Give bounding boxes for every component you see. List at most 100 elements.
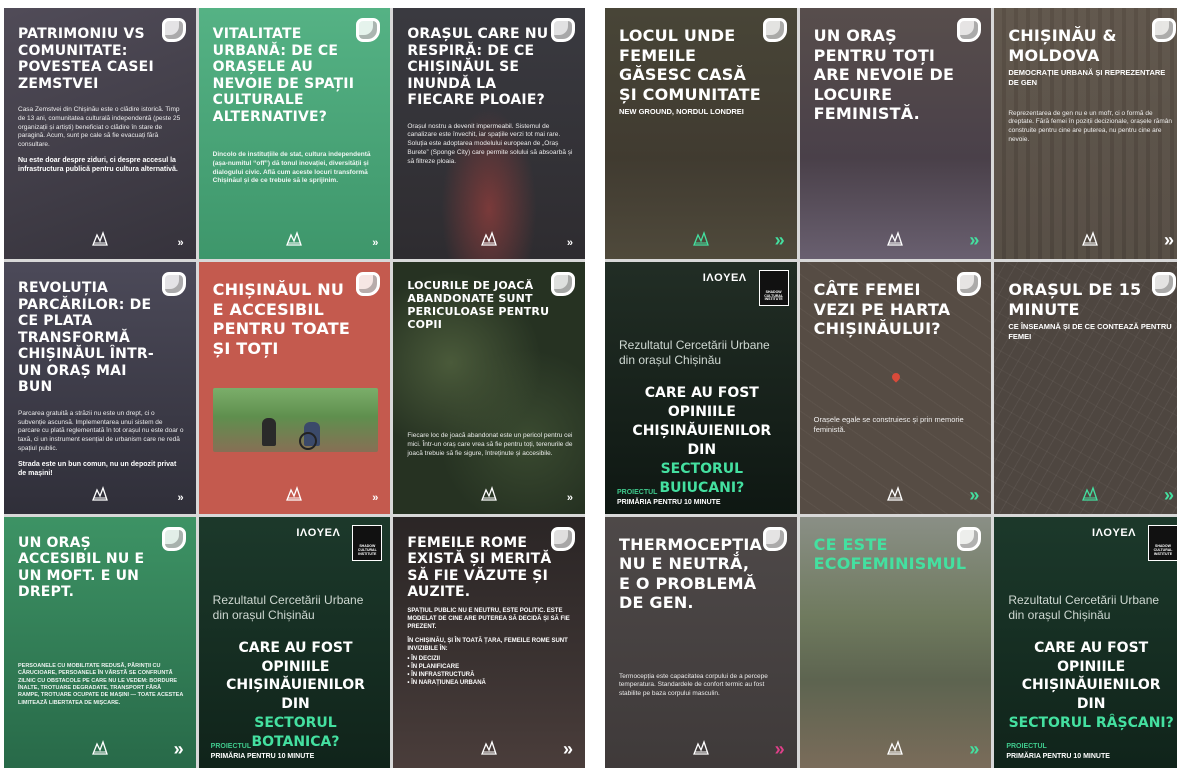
post-body: Reprezentarea de gen nu e un mofт, ci o … — [1008, 109, 1172, 143]
post-body: Orașele egale se construiesc și prin mem… — [813, 414, 964, 434]
institute-badge: SHADOW CULTURAL INSTITUTE — [758, 270, 789, 307]
institute-badge: SHADOW CULTURAL INSTITUTE — [352, 524, 383, 561]
post-body: Fiecare loc de joacă abandonat este un p… — [407, 432, 573, 457]
org-logo-icon — [887, 231, 904, 246]
post-title: UN ORAȘ ACCESIBIL NU E UN MOFT. E UN DRE… — [18, 534, 145, 601]
post-tile-oras-accesibil[interactable]: UN ORAȘ ACCESIBIL NU E UN MOFT. E UN DRE… — [4, 516, 196, 768]
post-tile-harta-chisinaului[interactable]: CÂTE FEMEI VEZI PE HARTA CHIȘINĂULUI? Or… — [799, 262, 992, 514]
org-logo-icon — [692, 231, 709, 246]
survey-kicker: Rezultatul Cercetării Urbane din orașul … — [212, 592, 364, 622]
next-arrow-icon[interactable]: » — [567, 492, 573, 504]
post-body: PERSOANELE CU MOBILITATE REDUSĂ, PĂRINȚI… — [18, 662, 184, 706]
post-tile-new-ground[interactable]: LOCUL UNDE FEMEILE GĂSESC CASĂ ȘI COMUNI… — [605, 8, 797, 260]
post-tile-femeile-rome[interactable]: FEMEILE ROME EXISTĂ ȘI MERITĂ SĂ FIE VĂZ… — [393, 516, 585, 768]
next-arrow-icon[interactable]: » — [178, 492, 184, 504]
post-tile-chisinaul-nu-accesibil[interactable]: CHIȘINĂUL NU E ACCESIBIL PENTRU TOATE ȘI… — [198, 262, 391, 514]
survey-kicker: Rezultatul Cercetării Urbane din orașul … — [619, 338, 770, 368]
next-arrow-icon[interactable]: » — [969, 486, 979, 504]
post-title: CE ESTE ECOFEMINISMUL — [813, 534, 967, 574]
next-arrow-icon[interactable]: » — [372, 492, 378, 504]
brand-wordmark: ΙΛOΥΕΛ — [296, 526, 341, 539]
next-arrow-icon[interactable]: » — [775, 231, 785, 249]
survey-footer-project: PRIMĂRIA PENTRU 10 MINUTE — [210, 752, 315, 760]
next-arrow-icon[interactable]: » — [1164, 486, 1174, 504]
right-post-grid: LOCUL UNDE FEMEILE GĂSESC CASĂ ȘI COMUNI… — [605, 8, 1177, 768]
post-tile-survey-buiucani[interactable]: ΙΛOΥΕΛ SHADOW CULTURAL INSTITUTE Rezulta… — [605, 262, 797, 514]
survey-footer-project: PRIMĂRIA PENTRU 10 MINUTE — [1006, 752, 1110, 760]
post-subtitle: NEW GROUND, NORDUL LONDREI — [619, 107, 744, 117]
post-tile-locuire-feminista[interactable]: UN ORAȘ PENTRU TOȚI ARE NEVOIE DE LOCUIR… — [799, 8, 992, 260]
post-tile-orasul-nu-respira[interactable]: ORAȘUL CARE NU RESPIRĂ: DE CE CHIȘINĂUL … — [393, 8, 585, 260]
org-logo-icon — [91, 740, 108, 755]
post-body: Orașul nostru a devenit impermeabil. Sis… — [407, 122, 573, 165]
post-title: PATRIMONIU VS COMUNITATE: POVESTEA CASEI… — [18, 26, 154, 92]
org-logo-icon — [887, 485, 904, 501]
survey-footer-label: PROIECTUL — [210, 742, 252, 750]
left-post-grid: PATRIMONIU VS COMUNITATE: POVESTEA CASEI… — [4, 8, 585, 768]
next-arrow-icon[interactable]: » — [567, 238, 573, 249]
org-logo-icon — [481, 740, 498, 755]
survey-footer-label: PROIECTUL — [1006, 742, 1047, 750]
org-logo-icon — [481, 231, 498, 246]
post-title: LOCURILE DE JOACĂ ABANDONATE SUNT PERICU… — [407, 279, 550, 332]
post-title: CÂTE FEMEI VEZI PE HARTA CHIȘINĂULUI? — [813, 280, 951, 339]
survey-question: CARE AU FOST OPINIILE CHIȘINĂUIENILOR DI… — [213, 639, 379, 752]
survey-kicker: Rezultatul Cercetării Urbane din orașul … — [1008, 592, 1160, 622]
survey-sector: SECTORUL RÂȘCANI? — [1008, 715, 1174, 732]
post-subtitle: DEMOCRAȚIE URBANĂ ȘI REPREZENTARE DE GEN — [1008, 68, 1166, 87]
next-arrow-icon[interactable]: » — [775, 740, 785, 758]
brand-wordmark: ΙΛOΥΕΛ — [702, 272, 747, 285]
next-arrow-icon[interactable]: » — [174, 740, 184, 758]
post-title: THERMOCEPȚIA NU E NEUTRĂ, E O PROBLEMĂ D… — [619, 534, 763, 613]
post-body: Parcarea gratuită a străzii nu este un d… — [18, 409, 184, 452]
post-title: UN ORAȘ PENTRU TOȚI ARE NEVOIE DE LOCUIR… — [813, 26, 955, 124]
post-title: FEMEILE ROME EXISTĂ ȘI MERITĂ SĂ FIE VĂZ… — [407, 534, 552, 601]
post-list-intro: ÎN CHIȘINĂU, ȘI ÎN TOATĂ ȚARA, FEMEILE R… — [407, 638, 568, 653]
org-logo-icon — [887, 740, 904, 755]
post-body: SPAȚIUL PUBLIC NU E NEUTRU, ESTE POLITIC… — [407, 607, 570, 630]
post-tile-survey-rascani[interactable]: ΙΛOΥΕΛ SHADOW CULTURAL INSTITUTE Rezulta… — [994, 516, 1177, 768]
next-arrow-icon[interactable]: » — [178, 238, 184, 249]
post-tile-ecofeminism[interactable]: CE ESTE ECOFEMINISMUL » — [799, 516, 992, 768]
post-tile-vitalitate-urbana[interactable]: VITALITATE URBANĂ: DE CE ORAȘELE AU NEVO… — [198, 8, 391, 260]
post-tile-casa-zemstvei[interactable]: PATRIMONIU VS COMUNITATE: POVESTEA CASEI… — [4, 8, 196, 260]
post-tile-democratie-urbana[interactable]: CHIȘINĂU & MOLDOVA DEMOCRAȚIE URBANĂ ȘI … — [994, 8, 1177, 260]
post-title: ORAȘUL CARE NU RESPIRĂ: DE CE CHIȘINĂUL … — [407, 26, 549, 109]
post-tile-survey-botanica[interactable]: ΙΛOΥΕΛ SHADOW CULTURAL INSTITUTE Rezulta… — [198, 516, 391, 768]
next-arrow-icon[interactable]: » — [969, 231, 979, 249]
post-subtitle: CE ÎNSEAMNĂ ȘI DE CE CONTEAZĂ PENTRU FEM… — [1008, 322, 1172, 342]
post-photo — [212, 388, 379, 453]
org-logo-icon — [286, 485, 303, 501]
post-list: • ÎN DECIZII • ÎN PLANIFICARE • ÎN INFRA… — [407, 656, 486, 687]
survey-footer-label: PROIECTUL — [617, 488, 658, 496]
org-logo-icon — [286, 231, 303, 246]
survey-question: CARE AU FOST OPINIILE CHIȘINĂUIENILOR DI… — [619, 384, 785, 497]
org-logo-icon — [91, 231, 108, 246]
brand-wordmark: ΙΛOΥΕΛ — [1092, 526, 1136, 539]
org-logo-icon — [481, 485, 498, 501]
org-logo-icon — [1082, 485, 1099, 501]
post-tile-locuri-de-joaca[interactable]: LOCURILE DE JOACĂ ABANDONATE SUNT PERICU… — [393, 262, 585, 514]
org-logo-icon — [91, 485, 108, 501]
post-title: CHIȘINĂUL NU E ACCESIBIL PENTRU TOATE ȘI… — [212, 280, 350, 358]
next-arrow-icon[interactable]: » — [563, 740, 573, 758]
next-arrow-icon[interactable]: » — [969, 740, 979, 758]
next-arrow-icon[interactable]: » — [1164, 231, 1174, 249]
survey-footer-project: PRIMĂRIA PENTRU 10 MINUTE — [617, 498, 721, 506]
post-tile-orasul-15-minute[interactable]: ORAȘUL DE 15 MINUTE CE ÎNSEAMNĂ ȘI DE CE… — [994, 262, 1177, 514]
next-arrow-icon[interactable]: » — [372, 238, 378, 249]
post-body: Termocepția este capacitatea corpului de… — [619, 672, 768, 698]
post-emphasis: Nu este doar despre ziduri, ci despre ac… — [18, 156, 178, 174]
post-tile-revolutia-parcarilor[interactable]: REVOLUȚIA PARCĂRILOR: DE CE PLATA TRANSF… — [4, 262, 196, 514]
institute-badge: SHADOW CULTURAL INSTITUTE — [1148, 524, 1177, 561]
post-tile-thermoceptia[interactable]: THERMOCEPȚIA NU E NEUTRĂ, E O PROBLEMĂ D… — [605, 516, 797, 768]
post-emphasis: Strada este un bun comun, nu un depozit … — [18, 460, 177, 478]
org-logo-icon — [1082, 231, 1099, 246]
org-logo-icon — [692, 740, 709, 755]
post-title: REVOLUȚIA PARCĂRILOR: DE CE PLATA TRANSF… — [18, 280, 154, 396]
survey-question: CARE AU FOST OPINIILE CHIȘINĂUIENILOR DI… — [1008, 639, 1174, 732]
post-body: Dincolo de instituțiile de stat, cultura… — [212, 151, 371, 185]
post-title: ORAȘUL DE 15 MINUTE — [1008, 280, 1142, 319]
post-title: LOCUL UNDE FEMEILE GĂSESC CASĂ ȘI COMUNI… — [619, 26, 761, 104]
post-title: CHIȘINĂU & MOLDOVA — [1008, 26, 1117, 65]
